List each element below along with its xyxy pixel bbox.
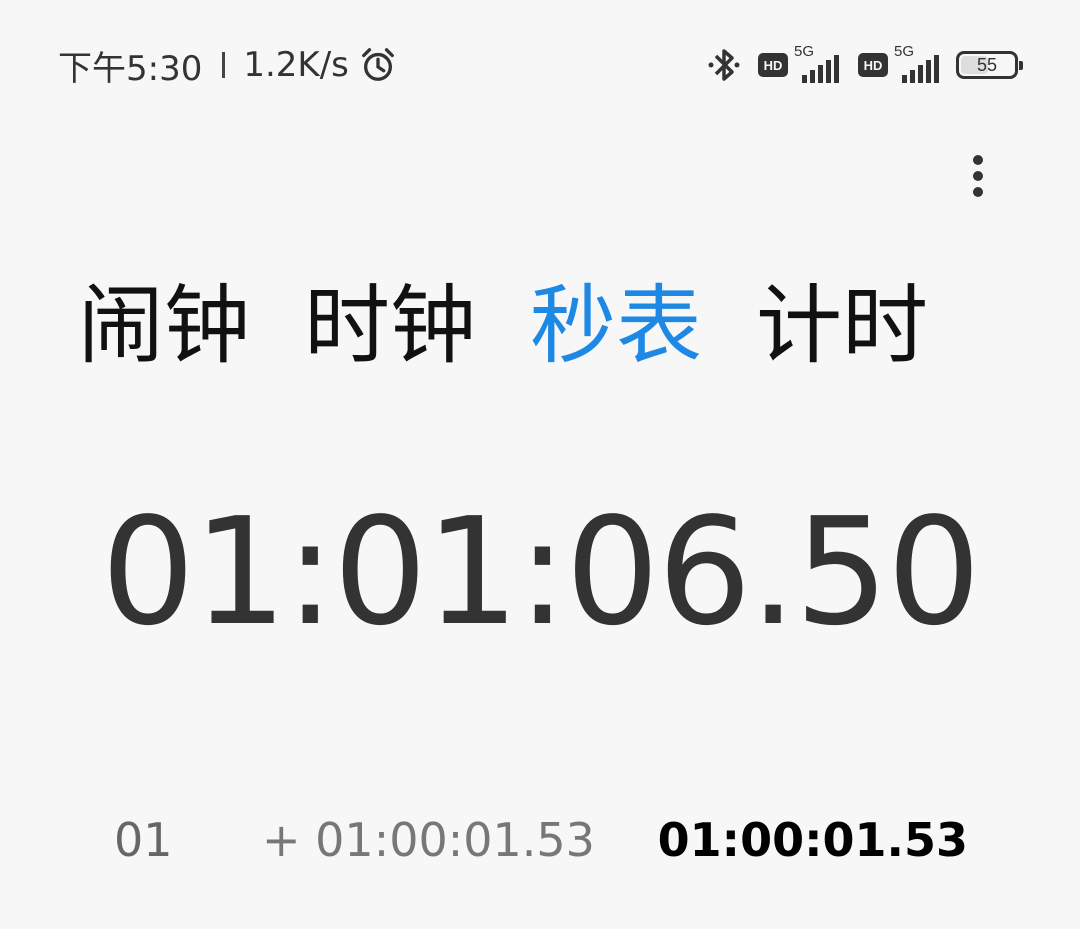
status-left: 下午5:30 1.2K/s (58, 40, 397, 90)
tab-alarm[interactable]: 闹钟 (78, 276, 250, 376)
hd-icon-sim2: HD (858, 53, 888, 77)
hd-icon-sim1: HD (758, 53, 788, 77)
bluetooth-icon (708, 49, 740, 81)
more-options-icon (973, 155, 983, 165)
alarm-icon (361, 48, 394, 81)
signal-icon-sim1 (802, 55, 839, 83)
lap-row: 01 + 01:00:01.53 01:00:01.53 (0, 808, 1080, 872)
sim1-network: 5G (794, 43, 842, 85)
status-time: 下午5:30 (58, 48, 203, 89)
status-separator (222, 52, 226, 78)
more-options-button[interactable] (958, 148, 998, 204)
status-bar: 下午5:30 1.2K/s HD 5G HD 5G 55 (0, 0, 1080, 128)
tab-stopwatch[interactable]: 秒表 (530, 276, 702, 376)
tab-timer[interactable]: 计时 (756, 276, 928, 376)
lap-total: 01:00:01.53 (657, 813, 968, 867)
battery-level: 55 (976, 54, 998, 75)
stopwatch-time: 01:01:06.50 (100, 486, 981, 658)
tab-clock[interactable]: 时钟 (304, 276, 476, 376)
status-right: HD 5G HD 5G 55 (706, 40, 1023, 90)
clock-tabs: 闹钟 时钟 秒表 计时 (78, 276, 928, 376)
lap-index: 01 (114, 813, 173, 867)
signal-icon-sim2 (902, 55, 939, 83)
more-options-icon-dot (973, 171, 983, 181)
battery-icon: 55 (956, 51, 1023, 79)
sim2-network: 5G (894, 43, 942, 85)
more-options-icon-dot (973, 187, 983, 197)
network-speed: 1.2K/s (243, 45, 349, 85)
lap-split: + 01:00:01.53 (262, 813, 595, 867)
